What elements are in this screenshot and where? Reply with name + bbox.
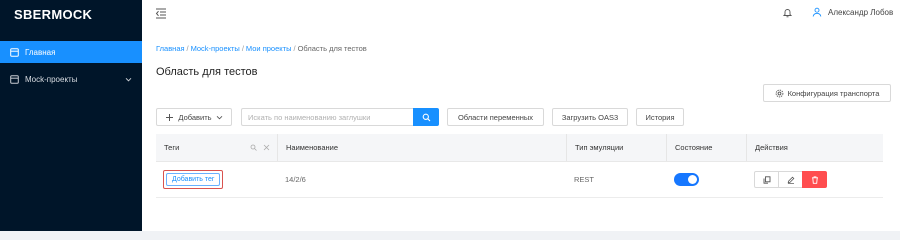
breadcrumb-link-my-projects[interactable]: Мои проекты <box>246 44 292 53</box>
column-header-tags: Теги <box>156 134 277 161</box>
chevron-down-icon <box>216 114 223 121</box>
sidebar-item-home[interactable]: Главная <box>0 41 142 63</box>
gear-icon <box>775 89 784 98</box>
emulation-type-cell: REST <box>574 175 595 184</box>
stubs-table: Теги Наименование Тип эмуляции Состояние… <box>156 134 883 198</box>
search-icon[interactable] <box>250 144 257 151</box>
add-tag-button[interactable]: Добавить тег <box>166 173 221 186</box>
menu-fold-icon[interactable] <box>155 7 167 19</box>
user-menu[interactable]: Александр Лобов <box>812 7 893 17</box>
column-header-label: Теги <box>164 143 180 152</box>
table-header: Теги Наименование Тип эмуляции Состояние… <box>156 134 883 162</box>
variable-scopes-label: Области переменных <box>457 112 534 122</box>
table-row: Добавить тег 14/2/6 REST <box>156 162 883 198</box>
column-header-name: Наименование <box>277 134 566 161</box>
row-actions <box>754 171 827 188</box>
main-content: Главная / Mock-проекты / Мои проекты / Область… <box>142 28 900 231</box>
sidebar-menu: Главная Mock-проекты <box>0 41 142 90</box>
sidebar-item-mock-projects[interactable]: Mock-проекты <box>0 68 142 90</box>
transport-config-label: Конфигурация транспорта <box>787 88 880 98</box>
close-icon[interactable] <box>263 144 270 151</box>
upload-oas3-button[interactable]: Загрузить OAS3 <box>552 108 628 126</box>
actions-cell <box>746 162 883 197</box>
history-button[interactable]: История <box>636 108 684 126</box>
delete-button[interactable] <box>802 171 827 188</box>
search-icon <box>422 113 431 122</box>
state-toggle[interactable] <box>674 173 699 186</box>
column-header-actions: Действия <box>746 134 883 161</box>
breadcrumb-link-mock-projects[interactable]: Mock-проекты <box>191 44 240 53</box>
edit-button[interactable] <box>778 171 803 188</box>
copy-icon <box>763 175 771 184</box>
trash-icon <box>811 175 819 184</box>
variable-scopes-button[interactable]: Области переменных <box>447 108 544 126</box>
add-dropdown-button[interactable]: Добавить <box>156 108 232 126</box>
chevron-down-icon[interactable] <box>125 76 132 83</box>
sidebar: SBERMOCK Главная Mock-проекты <box>0 0 142 231</box>
bell-icon[interactable] <box>782 7 793 18</box>
projects-icon <box>10 74 19 84</box>
state-cell <box>666 162 746 197</box>
sidebar-item-label: Главная <box>25 47 56 57</box>
top-header: Александр Лобов <box>142 0 900 28</box>
history-label: История <box>645 112 675 122</box>
name-cell: 14/2/6 <box>285 175 306 184</box>
breadcrumb: Главная / Mock-проекты / Мои проекты / Область… <box>156 44 367 53</box>
app-logo[interactable]: SBERMOCK <box>0 0 142 28</box>
highlight-box: Добавить тег <box>163 170 224 189</box>
column-header-emulation-type: Тип эмуляции <box>566 134 666 161</box>
home-icon <box>10 47 19 57</box>
breadcrumb-current: Область для тестов <box>297 44 367 53</box>
column-header-state: Состояние <box>666 134 746 161</box>
column-tools <box>250 144 270 151</box>
search-input[interactable] <box>241 108 413 126</box>
page-title: Область для тестов <box>156 66 258 78</box>
edit-icon <box>787 176 795 184</box>
tags-cell: Добавить тег <box>156 162 277 197</box>
user-name: Александр Лобов <box>828 7 894 17</box>
plus-icon <box>165 113 174 122</box>
user-icon <box>812 7 822 17</box>
search-button[interactable] <box>413 108 439 126</box>
upload-oas3-label: Загрузить OAS3 <box>561 112 619 122</box>
breadcrumb-link-home[interactable]: Главная <box>156 44 185 53</box>
copy-button[interactable] <box>754 171 779 188</box>
transport-config-button[interactable]: Конфигурация транспорта <box>763 84 891 102</box>
add-label: Добавить <box>178 112 212 122</box>
sidebar-item-label: Mock-проекты <box>25 74 78 84</box>
